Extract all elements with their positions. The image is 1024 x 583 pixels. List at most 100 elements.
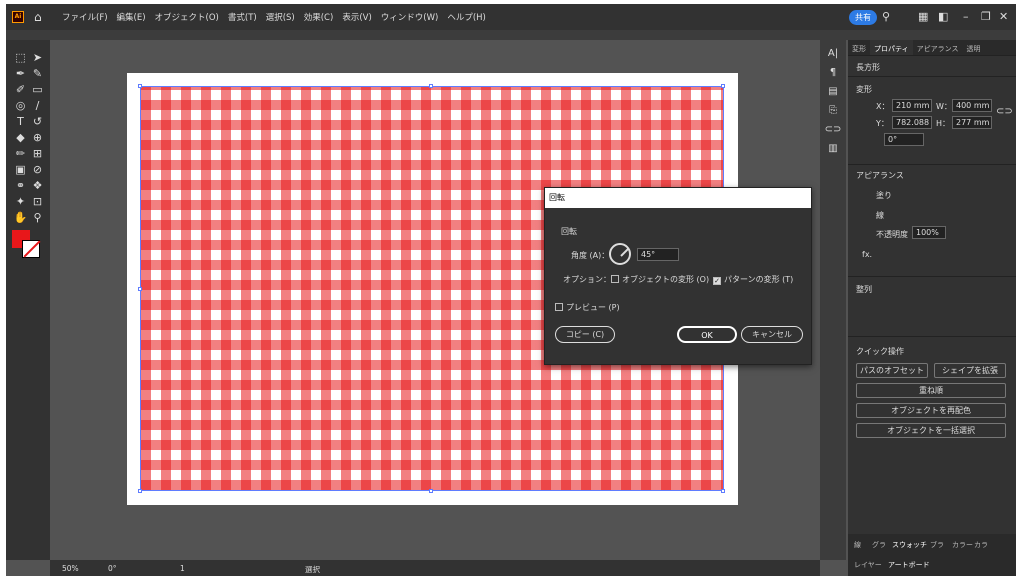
selection-tool-icon[interactable]: ⬚ bbox=[12, 52, 29, 64]
fill-label: 塗り bbox=[876, 191, 892, 200]
transform-patterns-checkbox[interactable]: ✓ bbox=[713, 277, 721, 285]
select-same-button[interactable]: オブジェクトを一括選択 bbox=[856, 423, 1006, 438]
tab-color-guide[interactable]: カラ bbox=[974, 540, 988, 550]
close-icon[interactable]: ✕ bbox=[999, 10, 1008, 23]
menu-view[interactable]: 表示(V) bbox=[342, 11, 371, 23]
layers-icon[interactable]: ▤ bbox=[820, 86, 846, 97]
w-field[interactable]: 400 mm bbox=[952, 99, 992, 112]
search-icon[interactable]: ⚲ bbox=[882, 10, 890, 23]
brush-icon[interactable]: ∕ bbox=[29, 100, 46, 112]
opacity-field[interactable]: 100% bbox=[912, 226, 946, 239]
spiral-icon[interactable]: ◎ bbox=[12, 100, 29, 112]
menu-bar: Ai ⌂ ファイル(F) 編集(E) オブジェクト(O) 書式(T) 選択(S)… bbox=[6, 4, 1016, 30]
tab-color[interactable]: カラー bbox=[952, 540, 973, 550]
menu-effect[interactable]: 効果(C) bbox=[304, 11, 334, 23]
panel-layout-icon[interactable]: ◧ bbox=[938, 10, 948, 23]
rotate-view-field[interactable]: 0° bbox=[108, 564, 117, 573]
preview-option[interactable]: プレビュー (P) bbox=[555, 302, 620, 313]
character-icon[interactable]: A| bbox=[820, 48, 846, 59]
dialog-title: 回転 bbox=[545, 188, 811, 208]
navigator-icon[interactable]: ▥ bbox=[820, 143, 846, 154]
handle-top[interactable] bbox=[429, 84, 433, 88]
copy-button[interactable]: コピー (C) bbox=[555, 326, 615, 343]
restore-icon[interactable]: ❐ bbox=[981, 10, 991, 23]
eraser-icon[interactable]: ◆ bbox=[12, 132, 29, 144]
menu-file[interactable]: ファイル(F) bbox=[62, 11, 108, 23]
gradient-icon[interactable]: ▣ bbox=[12, 164, 29, 176]
expand-shape-button[interactable]: シェイプを拡張 bbox=[934, 363, 1006, 378]
export-icon[interactable]: ⎘ bbox=[820, 105, 846, 116]
angle-input[interactable]: 45° bbox=[637, 248, 679, 261]
tab-brushes[interactable]: ブラ bbox=[930, 540, 944, 550]
tab-artboards[interactable]: アートボード bbox=[888, 560, 930, 570]
blend-icon[interactable]: ⚭ bbox=[12, 180, 29, 192]
handle-left[interactable] bbox=[138, 287, 142, 291]
offset-path-button[interactable]: パスのオフセット bbox=[856, 363, 928, 378]
artboard-number[interactable]: 1 bbox=[180, 564, 185, 573]
h-label: H： bbox=[936, 119, 951, 128]
perspective-icon[interactable]: ⊞ bbox=[29, 148, 46, 160]
h-field[interactable]: 277 mm bbox=[952, 116, 992, 129]
shape-builder-icon[interactable]: ⊕ bbox=[29, 132, 46, 144]
panel-icon-strip: A| ¶ ▤ ⎘ ⊂⊃ ▥ bbox=[820, 40, 846, 560]
menu-select[interactable]: 選択(S) bbox=[266, 11, 295, 23]
menu-window[interactable]: ウィンドウ(W) bbox=[381, 11, 439, 23]
rotate-icon[interactable]: ↺ bbox=[29, 116, 46, 128]
angle-field[interactable]: 0° bbox=[884, 133, 924, 146]
workspace-icon[interactable]: ▦ bbox=[918, 10, 928, 23]
cancel-button[interactable]: キャンセル bbox=[741, 326, 803, 343]
zoom-icon[interactable]: ⚲ bbox=[29, 212, 46, 224]
anchor-icon[interactable]: ✐ bbox=[12, 84, 29, 96]
x-field[interactable]: 210 mm bbox=[892, 99, 932, 112]
tab-transparency[interactable]: 透明 bbox=[962, 40, 984, 55]
eyedropper-icon[interactable]: ⊘ bbox=[29, 164, 46, 176]
arrange-button[interactable]: 重ね順 bbox=[856, 383, 1006, 398]
fx-button[interactable]: fx. bbox=[862, 250, 872, 259]
align-heading: 整列 bbox=[856, 285, 872, 294]
link-icon[interactable]: ⊂⊃ bbox=[820, 124, 846, 135]
transform-objects-option[interactable]: オブジェクトの変形 (O) bbox=[611, 274, 709, 285]
menu-type[interactable]: 書式(T) bbox=[228, 11, 257, 23]
handle-bottom[interactable] bbox=[429, 489, 433, 493]
handle-bottom-right[interactable] bbox=[721, 489, 725, 493]
y-label: Y： bbox=[876, 119, 889, 128]
angle-dial[interactable] bbox=[609, 243, 631, 265]
pen-tool-icon[interactable]: ✒ bbox=[12, 68, 29, 80]
pencil-icon[interactable]: ✏ bbox=[12, 148, 29, 160]
paragraph-icon[interactable]: ¶ bbox=[820, 67, 846, 78]
tab-appearance[interactable]: アピアランス bbox=[913, 40, 963, 55]
stroke-swatch[interactable] bbox=[22, 240, 40, 258]
y-field[interactable]: 782.088 bbox=[892, 116, 932, 129]
tab-gradient[interactable]: グラ bbox=[872, 540, 886, 550]
direct-selection-icon[interactable]: ➤ bbox=[29, 52, 46, 64]
curvature-icon[interactable]: ✎ bbox=[29, 68, 46, 80]
menu-object[interactable]: オブジェクト(O) bbox=[155, 11, 219, 23]
transform-patterns-option[interactable]: ✓ パターンの変形 (T) bbox=[713, 274, 793, 285]
type-tool-icon[interactable]: T bbox=[12, 116, 29, 128]
panel-collapse-bar bbox=[6, 30, 1016, 40]
tab-properties[interactable]: プロパティ bbox=[870, 40, 913, 55]
handle-top-left[interactable] bbox=[138, 84, 142, 88]
tab-swatches[interactable]: スウォッチ bbox=[892, 540, 927, 550]
hand-icon[interactable]: ✋ bbox=[12, 212, 29, 224]
symbol-icon[interactable]: ❖ bbox=[29, 180, 46, 192]
handle-bottom-left[interactable] bbox=[138, 489, 142, 493]
share-button[interactable]: 共有 bbox=[849, 10, 877, 25]
home-icon[interactable]: ⌂ bbox=[34, 10, 48, 24]
preview-checkbox[interactable] bbox=[555, 303, 563, 311]
zoom-field[interactable]: 50% bbox=[62, 564, 79, 573]
link-proportions-icon[interactable]: ⊂⊃ bbox=[996, 106, 1013, 117]
ok-button[interactable]: OK bbox=[677, 326, 737, 343]
handle-top-right[interactable] bbox=[721, 84, 725, 88]
menu-edit[interactable]: 編集(E) bbox=[117, 11, 146, 23]
minimize-icon[interactable]: – bbox=[963, 10, 969, 23]
menu-help[interactable]: ヘルプ(H) bbox=[447, 11, 486, 23]
pin-icon[interactable]: ✦ bbox=[12, 196, 29, 208]
rectangle-icon[interactable]: ▭ bbox=[29, 84, 46, 96]
transform-objects-checkbox[interactable] bbox=[611, 275, 619, 283]
recolor-button[interactable]: オブジェクトを再配色 bbox=[856, 403, 1006, 418]
tab-transform[interactable]: 変形 bbox=[848, 40, 870, 55]
tab-stroke[interactable]: 線 bbox=[854, 540, 861, 550]
tab-layers[interactable]: レイヤー bbox=[854, 560, 882, 570]
artboard-icon[interactable]: ⊡ bbox=[29, 196, 46, 208]
